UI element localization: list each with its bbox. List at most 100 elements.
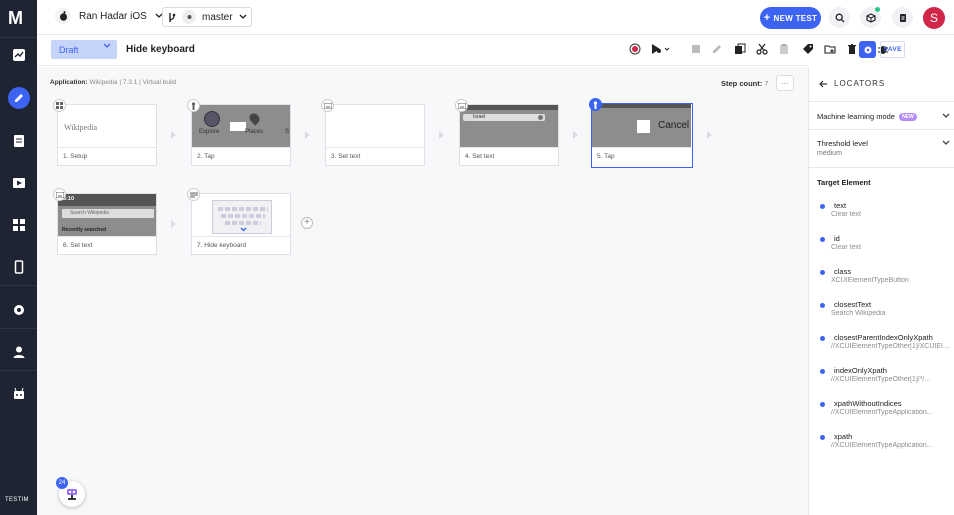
- step-card-1[interactable]: Wikipedia 1. Setup: [57, 104, 157, 166]
- locator-name: indexOnlyXpath: [834, 366, 887, 375]
- keyboard-icon: [53, 188, 66, 201]
- new-test-button[interactable]: + NEW TEST: [760, 7, 821, 29]
- locator-dot-icon: [820, 369, 825, 374]
- threshold-row[interactable]: Threshold level medium: [809, 129, 954, 167]
- step-card-3[interactable]: 3. Set text: [325, 104, 425, 166]
- nav-divider: [0, 370, 37, 371]
- left-nav: M TESTIM: [0, 0, 37, 515]
- step-card-7[interactable]: 7. Hide keyboard: [191, 193, 291, 255]
- testim-logo[interactable]: M: [8, 8, 23, 29]
- locator-value: XCUIElementTypeButton: [831, 277, 909, 284]
- ml-mode-row[interactable]: Machine learning mode NEW: [809, 101, 954, 129]
- back-arrow-icon[interactable]: [819, 80, 828, 88]
- step-arrow-icon: [707, 131, 712, 139]
- target-element-label: Target Element: [817, 178, 871, 187]
- pencil-icon[interactable]: [711, 43, 723, 55]
- thumb-fragment: S: [285, 129, 290, 135]
- status-label: Draft: [59, 44, 79, 55]
- locator-value: //XCUIElementTypeOther[1]/XCUIElementTyp…: [831, 343, 953, 350]
- locator-dot-icon: [820, 270, 825, 275]
- copy-icon[interactable]: [734, 43, 746, 55]
- brand-label: TESTIM: [5, 497, 29, 503]
- apple-icon: [55, 8, 71, 24]
- locators-panel: LOCATORS Machine learning mode NEW Thres…: [808, 67, 954, 515]
- scissors-icon[interactable]: [756, 43, 768, 55]
- paste-icon[interactable]: [778, 43, 790, 55]
- thumb-searchbar: Search Wikipedia: [62, 209, 154, 218]
- thumb-cancel-text: Cancel: [658, 120, 690, 131]
- step-label: 3. Set text: [331, 153, 361, 160]
- test-name[interactable]: Hide keyboard: [126, 44, 195, 55]
- add-folder-icon[interactable]: [824, 43, 836, 55]
- step-card-6[interactable]: 5:10 Search Wikipedia Recently searched …: [57, 193, 157, 255]
- mobile-icon[interactable]: [0, 253, 37, 281]
- map-pin-icon: [247, 111, 262, 126]
- settings-button[interactable]: [859, 41, 876, 58]
- search-icon[interactable]: [829, 7, 850, 28]
- thumb-title: Wikipedia: [64, 123, 97, 132]
- user-icon[interactable]: [0, 338, 37, 366]
- more-options-button[interactable]: ···: [776, 75, 794, 91]
- locator-dot-icon: [820, 204, 825, 209]
- step-divider: [58, 147, 156, 148]
- step-thumbnail: Israel: [460, 105, 558, 147]
- step-label: 5. Tap: [597, 153, 615, 160]
- trash-icon[interactable]: [846, 43, 858, 55]
- locators-title: LOCATORS: [834, 79, 886, 88]
- locator-value: //XCUIElementTypeApplication...: [831, 442, 933, 449]
- play-icon[interactable]: [0, 169, 37, 197]
- branch-selector[interactable]: master: [162, 7, 252, 27]
- run-options-button[interactable]: [650, 43, 672, 55]
- save-button[interactable]: SAVE: [880, 41, 905, 58]
- status-dropdown[interactable]: Draft: [51, 40, 117, 59]
- locator-value: Clear text: [831, 211, 861, 218]
- status-dot: [875, 7, 880, 12]
- step-thumbnail: [326, 105, 424, 147]
- helper-count-badge: 24: [56, 477, 68, 489]
- edit-icon[interactable]: [0, 84, 37, 112]
- gear-icon[interactable]: [0, 296, 37, 324]
- locator-dot-icon: [820, 435, 825, 440]
- step-arrow-icon: [439, 131, 444, 139]
- add-step-button[interactable]: +: [301, 217, 313, 229]
- step-arrow-icon: [573, 131, 578, 139]
- application-info: Application: Wikipedia | 7.3.1 | Virtual…: [50, 79, 176, 86]
- thumb-search-text: Israel: [473, 114, 486, 120]
- gear-icon: [864, 46, 871, 53]
- avatar[interactable]: S: [923, 7, 945, 29]
- step-count-label: Step count:: [721, 79, 763, 88]
- step-thumbnail: Explore Places S: [192, 105, 290, 147]
- project-selector[interactable]: Ran Hadar iOS: [55, 8, 163, 24]
- record-icon[interactable]: [629, 43, 641, 55]
- chevron-down-icon: [942, 140, 950, 145]
- step-card-4[interactable]: Israel 4. Set text: [459, 104, 559, 166]
- chevron-down-icon: [239, 14, 247, 19]
- step-label: 4. Set text: [465, 153, 495, 160]
- highlight-box: [637, 120, 650, 133]
- globe-icon: [204, 111, 220, 127]
- locator-value: Clear text: [831, 244, 861, 251]
- locator-dot-icon: [820, 402, 825, 407]
- top-bar: Ran Hadar iOS master + NEW TEST S: [37, 0, 954, 35]
- nav-divider: [0, 37, 37, 38]
- notes-icon[interactable]: [892, 7, 913, 28]
- step-count-value: 7: [764, 79, 769, 88]
- locator-name: text: [834, 201, 847, 210]
- target-element-section: Target Element text Clear text id Clear tex…: [809, 167, 954, 515]
- extensions-icon[interactable]: [860, 7, 881, 28]
- branch-name: master: [202, 11, 233, 23]
- step-label: 1. Setup: [63, 153, 88, 160]
- list-icon[interactable]: [0, 127, 37, 155]
- thumb-statusbar: [592, 104, 691, 108]
- activity-icon[interactable]: [0, 41, 37, 69]
- helper-bot-button[interactable]: 24: [56, 477, 85, 507]
- step-card-2[interactable]: Explore Places S 2. Tap: [191, 104, 291, 166]
- thumb-recent-text: Recently searched: [62, 227, 107, 233]
- keyboard-icon: [455, 99, 468, 112]
- tag-icon[interactable]: [802, 43, 814, 55]
- stop-icon[interactable]: [690, 43, 702, 55]
- grid-icon[interactable]: [0, 211, 37, 239]
- locator-name: closestParentIndexOnlyXpath: [834, 333, 933, 342]
- robot-icon[interactable]: [0, 380, 37, 408]
- step-card-5[interactable]: Cancel 5. Tap: [591, 103, 693, 168]
